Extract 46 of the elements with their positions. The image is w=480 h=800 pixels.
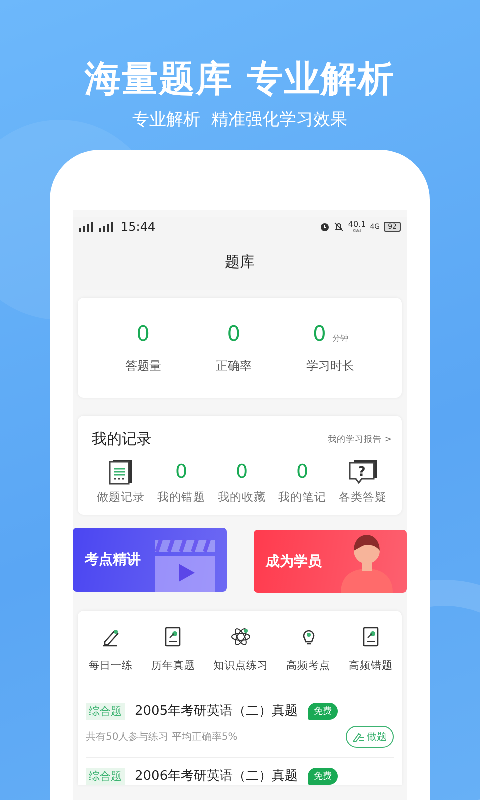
stat-value: 0 bbox=[312, 322, 326, 346]
alarm-icon bbox=[320, 222, 330, 232]
record-count: 0 bbox=[175, 460, 188, 485]
status-time: 15:44 bbox=[121, 220, 156, 234]
stat-label: 正确率 bbox=[216, 358, 252, 375]
exam-title[interactable]: 2006年考研英语（二）真题 bbox=[135, 767, 298, 785]
stat-label: 答题量 bbox=[125, 358, 162, 375]
pencil-icon bbox=[101, 627, 122, 647]
record-count: 0 bbox=[296, 460, 309, 485]
section-title: 我的记录 bbox=[92, 430, 152, 449]
shortcut-item[interactable]: 高频考点 bbox=[286, 627, 331, 673]
category-tag: 综合题 bbox=[86, 702, 125, 720]
shortcut-item[interactable]: 历年真题 bbox=[151, 627, 196, 673]
report-link[interactable]: 我的学习报告 > bbox=[328, 434, 392, 446]
record-item[interactable]: 0 我的错题 bbox=[152, 459, 210, 505]
book-icon bbox=[360, 627, 381, 647]
exam-title[interactable]: 2005年考研英语（二）真题 bbox=[135, 702, 298, 720]
free-badge: 免费 bbox=[308, 702, 338, 720]
stat-unit: 分钟 bbox=[332, 333, 348, 344]
subheadline: 专业解析 精准强化学习效果 bbox=[132, 109, 348, 131]
signal-icon bbox=[99, 222, 115, 232]
shortcut-item[interactable]: 高频错题 bbox=[348, 627, 393, 673]
free-badge: 免费 bbox=[308, 768, 338, 784]
category-tag: 综合题 bbox=[86, 768, 125, 784]
record-item[interactable]: 0 我的笔记 bbox=[274, 459, 332, 505]
stat-value: 0 bbox=[227, 322, 241, 346]
exam-stats: 共有50人参与练习 平均正确率5% bbox=[86, 730, 238, 744]
record-item[interactable]: 0 我的收藏 bbox=[213, 459, 271, 505]
headline: 海量题库 专业解析 bbox=[85, 58, 395, 102]
signal-icon bbox=[79, 222, 95, 232]
question-bubble-icon: ? bbox=[348, 459, 378, 485]
record-item[interactable]: 做题记录 bbox=[92, 459, 150, 505]
bell-off-icon bbox=[334, 222, 344, 232]
stat-label: 学习时长 bbox=[306, 358, 355, 375]
record-item[interactable]: ? 各类答疑 bbox=[334, 459, 392, 505]
stat-value: 0 bbox=[136, 322, 150, 346]
pencil-icon bbox=[353, 732, 365, 742]
video-clapper-icon bbox=[153, 538, 217, 592]
network-speed: 40.1 bbox=[348, 221, 366, 229]
shortcut-item[interactable]: 知识点练习 bbox=[213, 627, 268, 673]
book-icon bbox=[163, 627, 184, 647]
record-count: 0 bbox=[236, 460, 248, 485]
promo-banner[interactable]: 考点精讲 bbox=[73, 528, 227, 592]
shortcut-item[interactable]: 每日一练 bbox=[89, 627, 134, 673]
atom-icon bbox=[230, 627, 251, 647]
document-icon bbox=[109, 459, 133, 485]
